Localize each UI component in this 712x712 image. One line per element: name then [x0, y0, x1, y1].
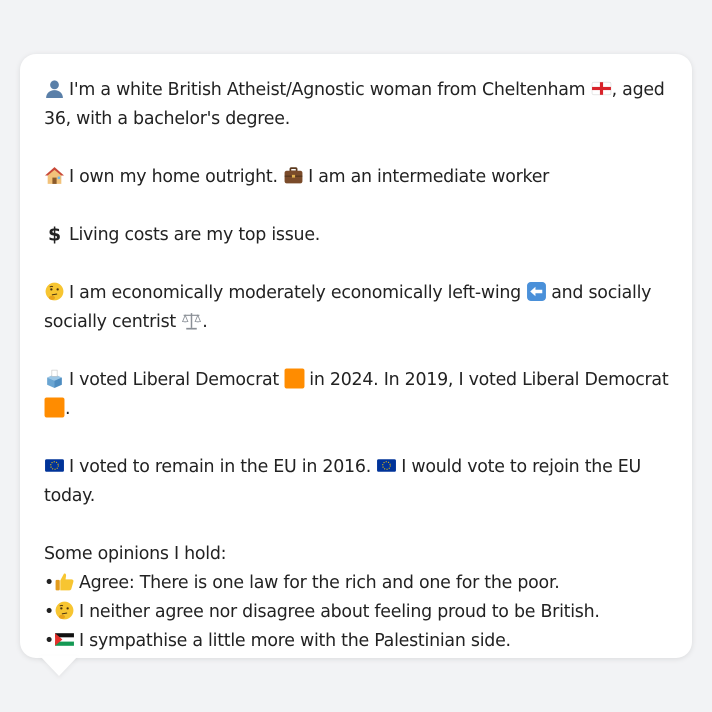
dollar-sign-icon: $ — [44, 223, 65, 244]
opinions-section: Some opinions I hold: • Agree: There is o… — [44, 540, 672, 656]
bullet-point: • — [44, 573, 55, 593]
opinion-item: • I sympathise a little more with the Pal… — [44, 627, 672, 656]
housing-text: I own my home outright. — [69, 167, 278, 187]
england-flag-icon — [591, 78, 612, 99]
message-bubble: I'm a white British Atheist/Agnostic wom… — [20, 54, 692, 658]
thumbs-up-icon — [54, 571, 75, 592]
eu-line: I voted to remain in the EU in 2016. I w… — [44, 453, 672, 511]
opinion-text: I sympathise a little more with the Pale… — [79, 631, 511, 651]
identity-line: I'm a white British Atheist/Agnostic wom… — [44, 76, 672, 134]
politics-line: I am economically moderately economicall… — [44, 279, 672, 337]
issue-line: $ Living costs are my top issue. — [44, 221, 672, 250]
opinion-item: • I neither agree nor disagree about feel… — [44, 598, 672, 627]
opinion-item: • Agree: There is one law for the rich an… — [44, 569, 672, 598]
work-text: I am an intermediate worker — [308, 167, 550, 187]
orange-square-icon — [284, 368, 305, 389]
left-arrow-icon — [526, 281, 547, 302]
votes-text-end: . — [65, 399, 71, 419]
identity-text-start: I'm a white British Atheist/Agnostic wom… — [69, 80, 586, 100]
politics-text-end: . — [202, 312, 208, 332]
bubble-tail — [40, 656, 78, 676]
briefcase-icon — [283, 165, 304, 186]
eu-text-2016: I voted to remain in the EU in 2016. — [69, 457, 371, 477]
opinions-heading: Some opinions I hold: — [44, 544, 227, 564]
palestine-flag-icon — [54, 629, 75, 650]
orange-square-icon — [44, 397, 65, 418]
votes-line: I voted Liberal Democrat in 2024. In 201… — [44, 366, 672, 424]
housing-line: I own my home outright. I am an intermed… — [44, 163, 672, 192]
opinion-text: I neither agree nor disagree about feeli… — [79, 602, 600, 622]
house-icon — [44, 165, 65, 186]
votes-text-2019: in 2024. In 2019, I voted Liberal Democr… — [309, 370, 669, 390]
bullet-point: • — [44, 631, 55, 651]
opinion-text: Agree: There is one law for the rich and… — [79, 573, 560, 593]
ballot-box-icon — [44, 368, 65, 389]
person-silhouette-icon — [44, 78, 65, 99]
bullet-point: • — [44, 602, 55, 622]
eu-flag-icon — [376, 455, 397, 476]
svg-text:$: $ — [48, 223, 61, 244]
balance-scale-icon — [181, 310, 202, 331]
issue-text: Living costs are my top issue. — [69, 225, 321, 245]
thinking-face-icon — [44, 281, 65, 302]
politics-text-start: I am economically moderately economicall… — [69, 283, 521, 303]
votes-text-2024: I voted Liberal Democrat — [69, 370, 279, 390]
thinking-face-icon — [54, 600, 75, 621]
eu-flag-icon — [44, 455, 65, 476]
